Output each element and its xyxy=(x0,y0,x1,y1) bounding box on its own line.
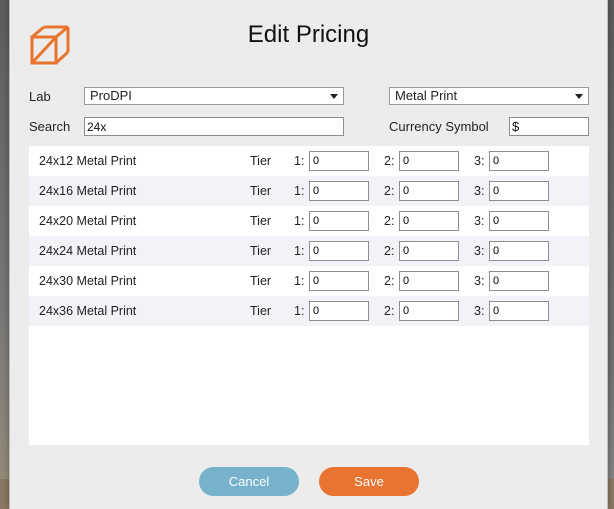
currency-symbol-label: Currency Symbol xyxy=(389,119,489,134)
lab-label: Lab xyxy=(29,89,51,104)
tier-2-label: 2: xyxy=(384,214,395,228)
tier-1-label: 1: xyxy=(294,154,305,168)
product-name: 24x36 Metal Print xyxy=(39,304,137,318)
tier-2-label: 2: xyxy=(384,244,395,258)
search-input[interactable] xyxy=(84,117,344,136)
tier-label: Tier xyxy=(250,154,272,168)
product-name: 24x20 Metal Print xyxy=(39,214,137,228)
triangle-down-icon xyxy=(330,94,338,99)
tier-1-price-input[interactable] xyxy=(309,181,369,201)
product-type-select[interactable]: Metal Print xyxy=(389,87,589,105)
tier-3-price-input[interactable] xyxy=(489,271,549,291)
tier-2-label: 2: xyxy=(384,184,395,198)
tier-2-price-input[interactable] xyxy=(399,241,459,261)
tier-label: Tier xyxy=(250,184,272,198)
lab-select-value: ProDPI xyxy=(90,88,132,103)
tier-2-price-input[interactable] xyxy=(399,301,459,321)
tier-3-price-input[interactable] xyxy=(489,181,549,201)
tier-1-label: 1: xyxy=(294,244,305,258)
tier-label: Tier xyxy=(250,304,272,318)
tier-1-label: 1: xyxy=(294,274,305,288)
tier-3-label: 3: xyxy=(474,304,485,318)
tier-2-price-input[interactable] xyxy=(399,271,459,291)
dialog-title: Edit Pricing xyxy=(247,21,370,48)
tier-3-price-input[interactable] xyxy=(489,151,549,171)
tier-3-label: 3: xyxy=(474,154,485,168)
tier-1-label: 1: xyxy=(294,184,305,198)
tier-2-price-input[interactable] xyxy=(399,211,459,231)
product-name: 24x16 Metal Print xyxy=(39,184,137,198)
table-row: 24x36 Metal Print Tier 1: 2: 3: xyxy=(29,296,589,326)
tier-2-price-input[interactable] xyxy=(399,181,459,201)
tier-1-label: 1: xyxy=(294,304,305,318)
edit-pricing-dialog: Edit Pricing Lab ProDPI Metal Print Sear… xyxy=(9,0,608,509)
table-row: 24x12 Metal Print Tier 1: 2: 3: xyxy=(29,146,589,176)
tier-2-price-input[interactable] xyxy=(399,151,459,171)
tier-2-label: 2: xyxy=(384,304,395,318)
tier-3-label: 3: xyxy=(474,244,485,258)
triangle-down-icon xyxy=(575,94,583,99)
tier-2-label: 2: xyxy=(384,274,395,288)
search-label: Search xyxy=(29,119,71,134)
product-name: 24x12 Metal Print xyxy=(39,154,137,168)
cancel-button[interactable]: Cancel xyxy=(199,467,299,496)
tier-label: Tier xyxy=(250,244,272,258)
tier-3-label: 3: xyxy=(474,184,485,198)
tier-1-price-input[interactable] xyxy=(309,301,369,321)
table-row: 24x30 Metal Print Tier 1: 2: 3: xyxy=(29,266,589,296)
pricing-table: 24x12 Metal PrintTier1:2:3:24x16 Metal P… xyxy=(29,146,589,445)
tier-label: Tier xyxy=(250,214,272,228)
tier-label: Tier xyxy=(250,274,272,288)
product-name: 24x30 Metal Print xyxy=(39,274,137,288)
lab-select[interactable]: ProDPI xyxy=(84,87,344,105)
product-type-select-value: Metal Print xyxy=(395,88,458,103)
tier-1-price-input[interactable] xyxy=(309,271,369,291)
tier-1-price-input[interactable] xyxy=(309,241,369,261)
table-row: 24x20 Metal Print Tier 1: 2: 3: xyxy=(29,206,589,236)
tier-3-price-input[interactable] xyxy=(489,241,549,261)
tier-1-price-input[interactable] xyxy=(309,211,369,231)
tier-3-label: 3: xyxy=(474,214,485,228)
table-row: 24x16 Metal Print Tier 1: 2: 3: xyxy=(29,176,589,206)
tier-3-price-input[interactable] xyxy=(489,211,549,231)
tier-2-label: 2: xyxy=(384,154,395,168)
background-window-edge-right xyxy=(608,0,614,509)
tier-3-price-input[interactable] xyxy=(489,301,549,321)
tier-1-label: 1: xyxy=(294,214,305,228)
table-row: 24x24 Metal Print Tier 1: 2: 3: xyxy=(29,236,589,266)
product-name: 24x24 Metal Print xyxy=(39,244,137,258)
currency-symbol-input[interactable] xyxy=(509,117,589,136)
tier-1-price-input[interactable] xyxy=(309,151,369,171)
tier-3-label: 3: xyxy=(474,274,485,288)
save-button[interactable]: Save xyxy=(319,467,419,496)
